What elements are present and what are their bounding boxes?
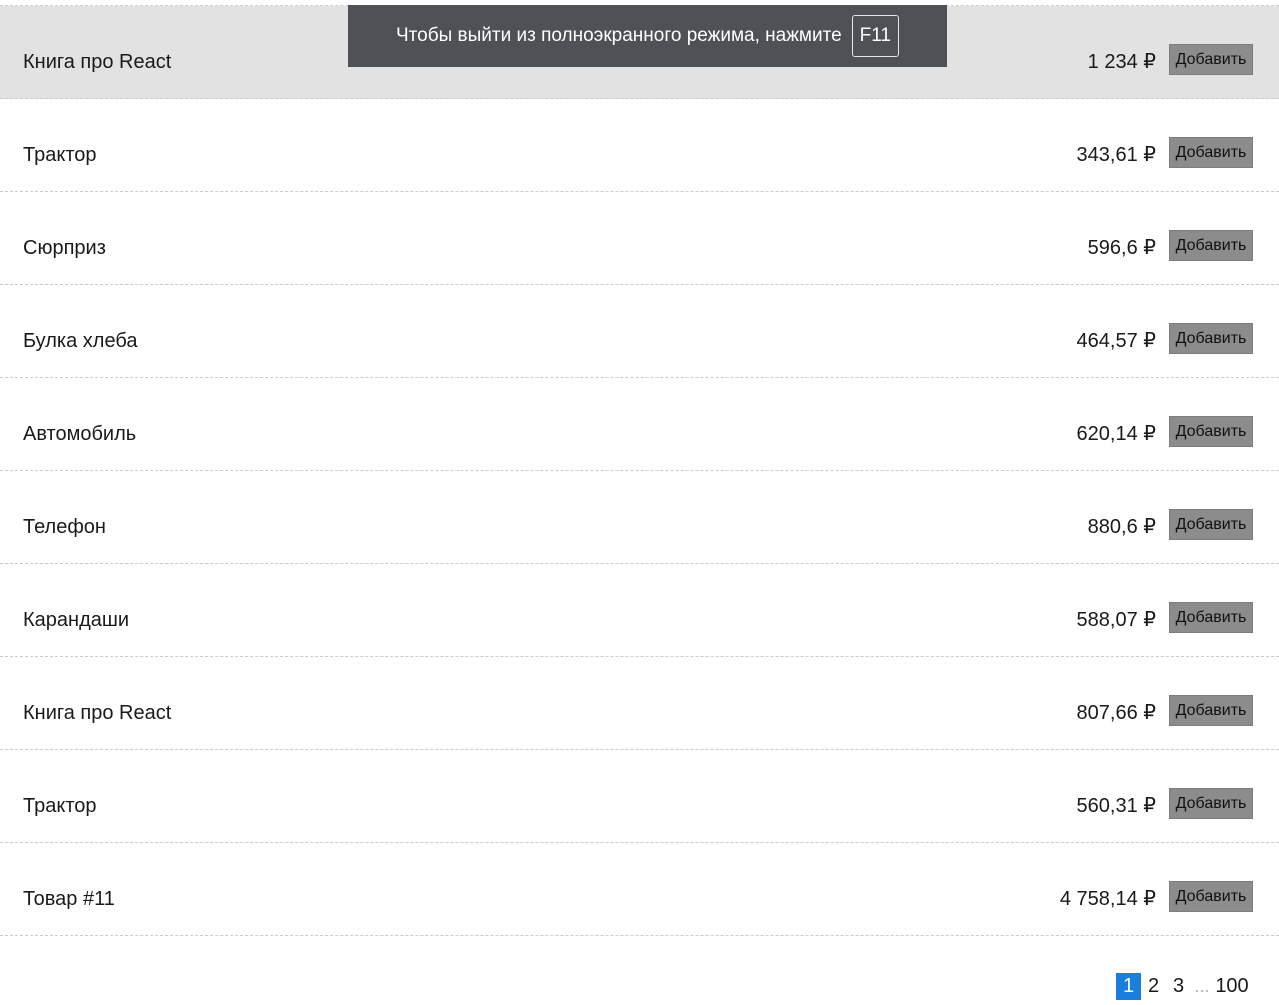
fullscreen-banner-text: Чтобы выйти из полноэкранного режима, на… [395, 25, 842, 46]
product-title: Товар #11 [23, 888, 115, 910]
add-to-cart-button[interactable]: Добавить [1169, 881, 1253, 912]
add-to-cart-button[interactable]: Добавить [1169, 323, 1253, 354]
add-to-cart-button[interactable]: Добавить [1169, 416, 1253, 447]
product-row[interactable]: Сюрприз 596,6 ₽ Добавить [0, 192, 1279, 285]
add-to-cart-button[interactable]: Добавить [1169, 788, 1253, 819]
fullscreen-exit-banner: Чтобы выйти из полноэкранного режима, на… [348, 5, 947, 67]
product-row[interactable]: Автомобиль 620,14 ₽ Добавить [0, 378, 1279, 471]
page-link-last[interactable]: 100 [1215, 973, 1249, 1000]
add-to-cart-button[interactable]: Добавить [1169, 137, 1253, 168]
page: Книга про React 1 234 ₽ Добавить Трактор… [0, 0, 1279, 1005]
product-row[interactable]: Трактор 343,61 ₽ Добавить [0, 99, 1279, 192]
page-link-current[interactable]: 1 [1116, 973, 1141, 1000]
product-price: 4 758,14 ₽ [1059, 888, 1156, 910]
product-row[interactable]: Карандаши 588,07 ₽ Добавить [0, 564, 1279, 657]
product-list: Книга про React 1 234 ₽ Добавить Трактор… [0, 5, 1279, 936]
add-to-cart-button[interactable]: Добавить [1169, 695, 1253, 726]
add-to-cart-button[interactable]: Добавить [1169, 230, 1253, 261]
page-link[interactable]: 3 [1166, 973, 1191, 1000]
page-link[interactable]: 2 [1141, 973, 1166, 1000]
pagination-ellipsis: ... [1194, 976, 1210, 996]
product-row[interactable]: Трактор 560,31 ₽ Добавить [0, 750, 1279, 843]
product-row[interactable]: Товар #11 4 758,14 ₽ Добавить [0, 843, 1279, 936]
add-to-cart-button[interactable]: Добавить [1169, 509, 1253, 540]
product-row[interactable]: Телефон 880,6 ₽ Добавить [0, 471, 1279, 564]
add-to-cart-button[interactable]: Добавить [1169, 44, 1253, 75]
product-row[interactable]: Книга про React 807,66 ₽ Добавить [0, 657, 1279, 750]
product-row[interactable]: Булка хлеба 464,57 ₽ Добавить [0, 285, 1279, 378]
pagination: 1 2 3 ... 100 [1116, 973, 1249, 1000]
add-to-cart-button[interactable]: Добавить [1169, 602, 1253, 633]
f11-key-badge: F11 [851, 15, 899, 57]
